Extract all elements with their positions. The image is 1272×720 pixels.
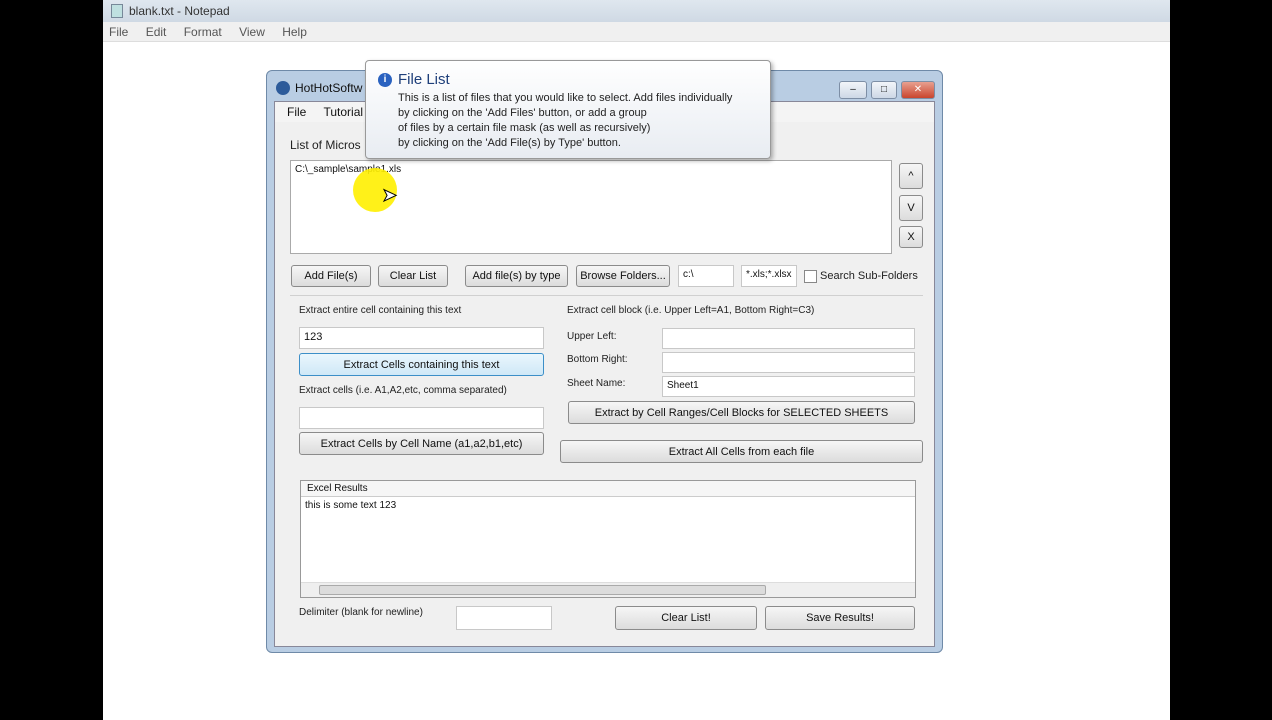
browse-folders-button[interactable]: Browse Folders... — [576, 265, 670, 287]
info-icon: i — [378, 73, 392, 87]
maximize-button[interactable]: □ — [871, 81, 897, 99]
tooltip-line: of files by a certain file mask (as well… — [398, 122, 651, 134]
add-files-button[interactable]: Add File(s) — [291, 265, 371, 287]
extract-text-button[interactable]: Extract Cells containing this text — [299, 353, 544, 376]
bottom-right-input[interactable] — [662, 352, 915, 373]
folder-input[interactable]: c:\ — [678, 265, 734, 287]
notepad-title-bar: blank.txt - Notepad — [103, 0, 1170, 22]
add-by-type-button[interactable]: Add file(s) by type — [465, 265, 568, 287]
extract-cells-input[interactable] — [299, 407, 544, 429]
move-up-button[interactable]: ^ — [899, 163, 923, 189]
tooltip-line: by clicking on the 'Add File(s) by Type'… — [398, 137, 621, 149]
tooltip-body: This is a list of files that you would l… — [398, 91, 768, 151]
remove-button[interactable]: X — [899, 226, 923, 248]
menu-format[interactable]: Format — [184, 25, 222, 39]
tooltip-line: This is a list of files that you would l… — [398, 92, 733, 104]
delimiter-input[interactable] — [456, 606, 552, 630]
sheet-name-input[interactable]: Sheet1 — [662, 376, 915, 397]
horizontal-scrollbar[interactable] — [301, 582, 915, 597]
search-subfolders-checkbox[interactable] — [804, 270, 817, 283]
file-list-tooltip: i File List This is a list of files that… — [365, 60, 771, 159]
menu-file[interactable]: File — [287, 105, 306, 119]
menu-help[interactable]: Help — [282, 25, 307, 39]
close-button[interactable]: ✕ — [901, 81, 935, 99]
upper-left-input[interactable] — [662, 328, 915, 349]
scrollbar-thumb[interactable] — [319, 585, 766, 595]
divider — [290, 295, 923, 296]
extract-cells-button[interactable]: Extract Cells by Cell Name (a1,a2,b1,etc… — [299, 432, 544, 455]
clear-list-button[interactable]: Clear List — [378, 265, 448, 287]
file-mask-input[interactable]: *.xls;*.xlsx — [741, 265, 797, 287]
bottom-right-label: Bottom Right: — [567, 354, 628, 365]
tooltip-title: File List — [398, 71, 450, 88]
search-subfolders-label: Search Sub-Folders — [820, 270, 918, 282]
delimiter-label: Delimiter (blank for newline) — [299, 607, 423, 618]
menu-file[interactable]: File — [109, 25, 128, 39]
notepad-title: blank.txt - Notepad — [129, 4, 230, 18]
cell-block-label: Extract cell block (i.e. Upper Left=A1, … — [567, 305, 815, 316]
results-header[interactable]: Excel Results — [301, 481, 915, 497]
save-results-button[interactable]: Save Results! — [765, 606, 915, 630]
menu-tutorial[interactable]: Tutorial — [323, 105, 363, 119]
file-list-label: List of Micros — [290, 138, 361, 152]
extract-block-button[interactable]: Extract by Cell Ranges/Cell Blocks for S… — [568, 401, 915, 424]
results-list[interactable]: Excel Results this is some text 123 — [300, 480, 916, 598]
clear-results-button[interactable]: Clear List! — [615, 606, 757, 630]
notepad-icon — [111, 4, 123, 18]
minimize-button[interactable]: – — [839, 81, 867, 99]
notepad-menu: File Edit Format View Help — [103, 22, 1170, 42]
extract-text-label: Extract entire cell containing this text — [299, 305, 462, 316]
menu-edit[interactable]: Edit — [146, 25, 167, 39]
extract-all-button[interactable]: Extract All Cells from each file — [560, 440, 923, 463]
tooltip-line: by clicking on the 'Add Files' button, o… — [398, 107, 647, 119]
mouse-cursor-icon: ➤ — [381, 185, 398, 206]
upper-left-label: Upper Left: — [567, 331, 617, 342]
move-down-button[interactable]: V — [899, 195, 923, 221]
sheet-name-label: Sheet Name: — [567, 378, 626, 389]
app-title: HotHotSoftw — [295, 81, 363, 95]
extract-text-input[interactable]: 123 — [299, 327, 544, 349]
menu-view[interactable]: View — [239, 25, 265, 39]
extract-cells-label: Extract cells (i.e. A1,A2,etc, comma sep… — [299, 385, 507, 396]
results-item[interactable]: this is some text 123 — [301, 497, 915, 514]
app-icon — [276, 81, 290, 95]
